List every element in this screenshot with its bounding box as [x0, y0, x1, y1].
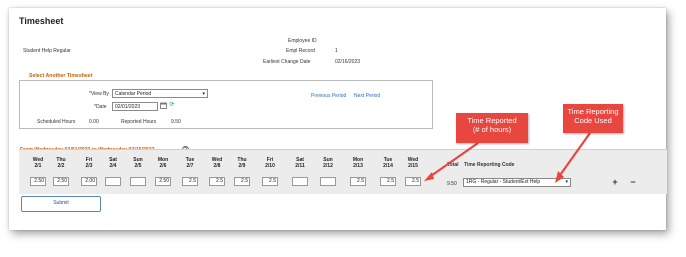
- time-reported-callout: Time Reported (# of hours): [456, 113, 528, 143]
- trc-used-callout: Time Reporting Code Used: [563, 104, 623, 133]
